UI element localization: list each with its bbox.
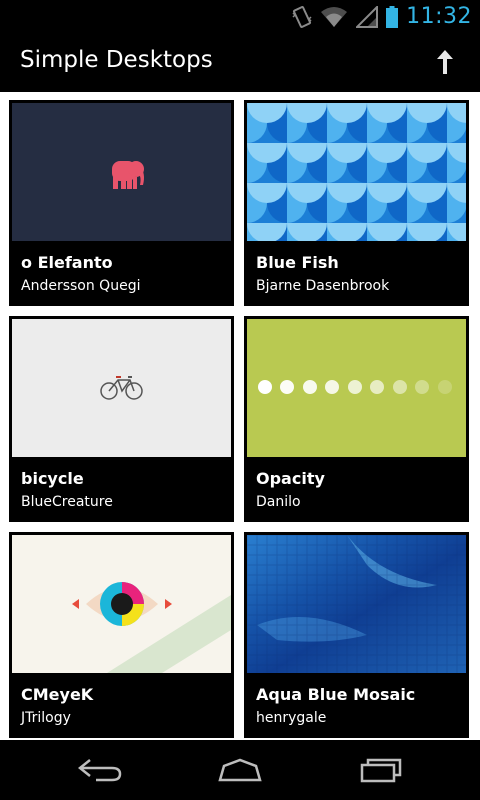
wallpaper-thumbnail bbox=[12, 103, 231, 241]
action-bar: Simple Desktops bbox=[0, 33, 480, 92]
navigation-bar bbox=[0, 740, 480, 800]
back-icon bbox=[78, 759, 122, 782]
wallpaper-thumbnail bbox=[247, 103, 466, 241]
recent-apps-icon bbox=[360, 758, 402, 783]
wallpaper-title: bicycle bbox=[21, 469, 84, 488]
wallpaper-author: henrygale bbox=[256, 710, 327, 726]
status-bar: 11:32 bbox=[0, 0, 480, 33]
wallpaper-card-4[interactable]: CMeyeK JTrilogy bbox=[9, 532, 234, 738]
wallpaper-thumbnail bbox=[12, 319, 231, 457]
cmyk-eye-illustration bbox=[72, 582, 231, 673]
wallpaper-grid[interactable]: o Elefanto Andersson Quegi Blue Fish Bja… bbox=[0, 92, 480, 740]
signal-icon bbox=[356, 5, 379, 28]
wallpaper-title: Opacity bbox=[256, 469, 325, 488]
wallpaper-thumbnail bbox=[247, 535, 466, 673]
bicycle-icon bbox=[100, 376, 143, 400]
home-icon bbox=[218, 758, 262, 782]
battery-icon bbox=[386, 5, 399, 28]
app-title: Simple Desktops bbox=[20, 47, 213, 73]
blue-mosaic-pattern bbox=[247, 535, 466, 673]
wallpaper-author: Bjarne Dasenbrook bbox=[256, 278, 390, 294]
wallpaper-title: CMeyeK bbox=[21, 685, 94, 704]
back-button[interactable] bbox=[70, 752, 130, 788]
recent-apps-button[interactable] bbox=[352, 752, 412, 788]
dots-opacity-pattern bbox=[258, 380, 452, 394]
elephant-icon bbox=[112, 161, 144, 189]
wallpaper-card-5[interactable]: Aqua Blue Mosaic henrygale bbox=[244, 532, 469, 738]
wallpaper-title: Aqua Blue Mosaic bbox=[256, 685, 416, 704]
wallpaper-author: Danilo bbox=[256, 494, 301, 510]
wallpaper-thumbnail bbox=[12, 535, 231, 673]
wallpaper-card-1[interactable]: Blue Fish Bjarne Dasenbrook bbox=[244, 100, 469, 306]
wallpaper-author: JTrilogy bbox=[21, 710, 71, 726]
wallpaper-card-3[interactable]: Opacity Danilo bbox=[244, 316, 469, 522]
wallpaper-author: Andersson Quegi bbox=[21, 278, 141, 294]
vibrate-icon bbox=[292, 5, 312, 28]
wallpaper-card-2[interactable]: bicycle BlueCreature bbox=[9, 316, 234, 522]
wallpaper-author: BlueCreature bbox=[21, 494, 113, 510]
wallpaper-card-0[interactable]: o Elefanto Andersson Quegi bbox=[9, 100, 234, 306]
status-icons: 11:32 bbox=[292, 0, 472, 33]
wifi-icon bbox=[321, 6, 348, 27]
clock: 11:32 bbox=[406, 4, 472, 29]
home-button[interactable] bbox=[210, 752, 270, 788]
wallpaper-title: o Elefanto bbox=[21, 253, 113, 272]
wallpaper-title: Blue Fish bbox=[256, 253, 339, 272]
share-button[interactable] bbox=[428, 45, 462, 79]
blue-scales-pattern bbox=[247, 103, 466, 241]
upload-arrow-icon bbox=[437, 50, 453, 74]
wallpaper-thumbnail bbox=[247, 319, 466, 457]
